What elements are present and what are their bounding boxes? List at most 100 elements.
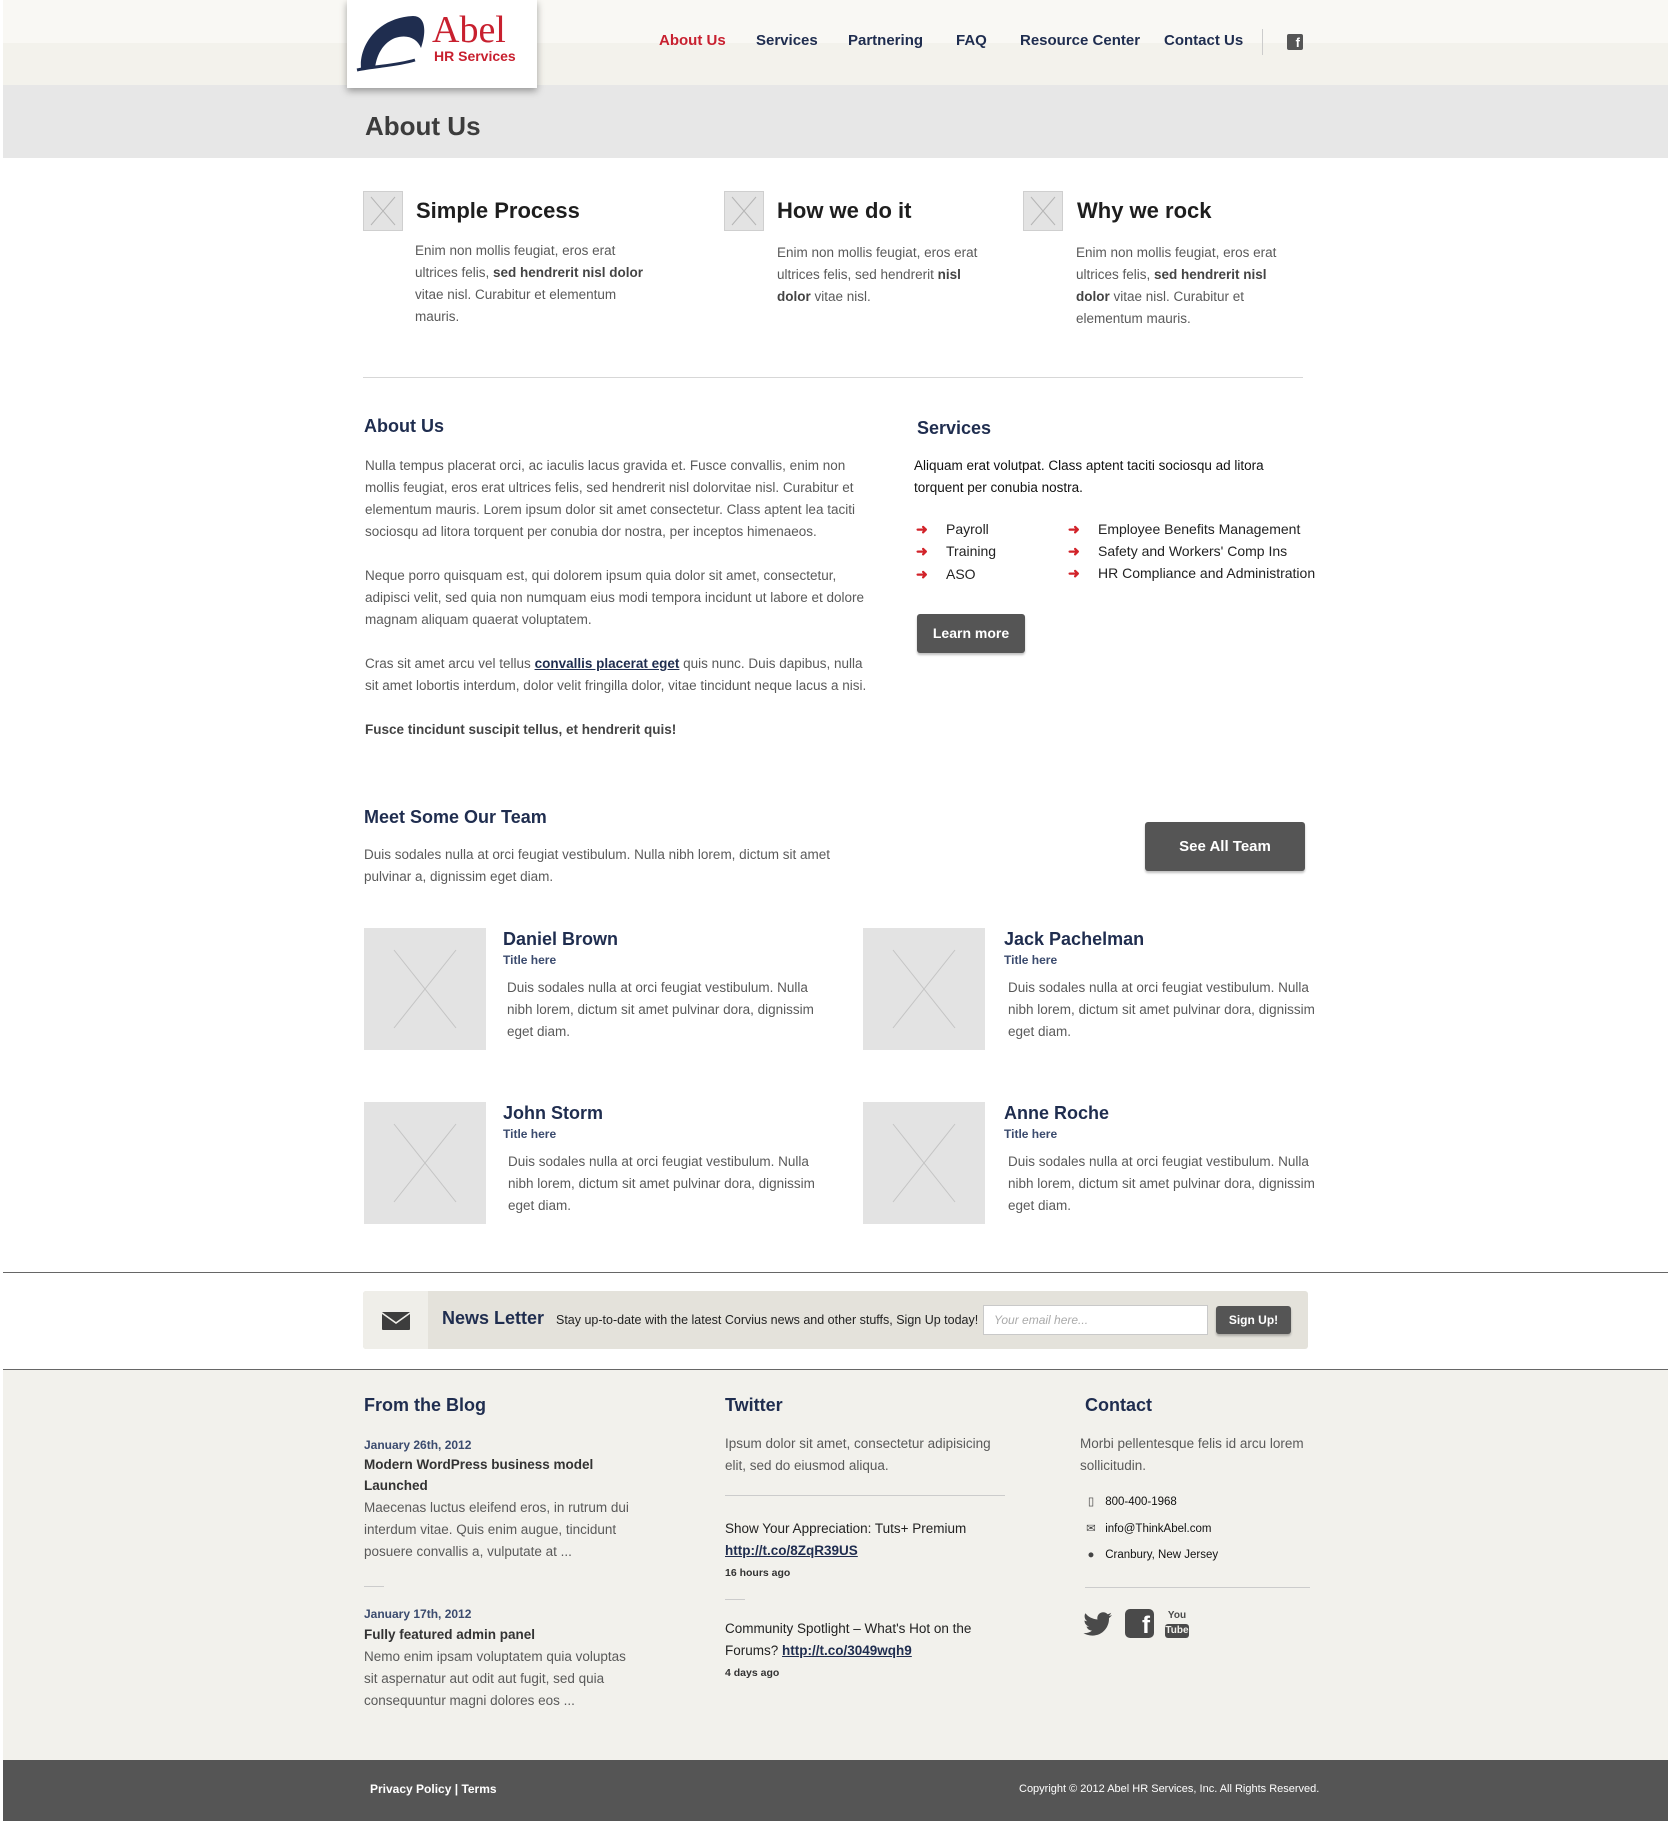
youtube-label: You <box>1167 1610 1187 1621</box>
page-title: About Us <box>365 111 481 141</box>
feature-title: Why we rock <box>1077 198 1212 223</box>
arrow-right-icon: ➜ <box>916 543 928 559</box>
legal-separator: | <box>454 1782 459 1796</box>
tweet-link[interactable]: http://t.co/8ZqR39US <box>725 1543 858 1558</box>
envelope-icon: ✉ <box>1086 1523 1096 1535</box>
team-photo-placeholder <box>364 1102 486 1224</box>
arrow-right-icon: ➜ <box>1068 543 1080 559</box>
facebook-icon[interactable]: f <box>1125 1609 1154 1639</box>
tweet-time: 4 days ago <box>725 1667 780 1679</box>
header-band <box>3 43 1668 85</box>
facebook-icon[interactable]: f <box>1287 34 1303 50</box>
arrow-right-icon: ➜ <box>916 566 928 582</box>
twitter-divider <box>725 1495 1005 1496</box>
twitter-heading: Twitter <box>725 1395 783 1415</box>
blog-post-title[interactable]: Fully featured admin panel <box>364 1624 624 1645</box>
legal-links: Privacy Policy | Terms <box>370 1782 497 1796</box>
newsletter-icon-cell <box>363 1291 428 1349</box>
blog-divider <box>364 1586 384 1587</box>
nav-faq[interactable]: FAQ <box>956 32 987 49</box>
newsletter-text: Stay up-to-date with the latest Corvius … <box>556 1313 979 1327</box>
footer <box>3 1369 1668 1760</box>
newsletter-title: News Letter <box>442 1308 545 1328</box>
nav-services[interactable]: Services <box>756 32 818 49</box>
services-intro: Aliquam erat volutpat. Class aptent taci… <box>914 458 1264 495</box>
feature-image-placeholder <box>363 191 403 231</box>
nav-about-us[interactable]: About Us <box>659 32 726 49</box>
tweet-divider <box>725 1599 745 1600</box>
sign-up-button[interactable]: Sign Up! <box>1216 1306 1291 1334</box>
team-member-title: Title here <box>1004 953 1058 967</box>
youtube-label: Tube <box>1165 1624 1189 1638</box>
privacy-policy-link[interactable]: Privacy Policy <box>370 1782 451 1796</box>
phone-icon: ▯ <box>1087 1496 1095 1508</box>
about-paragraph: Neque porro quisquam est, qui dolorem ip… <box>365 568 865 627</box>
feature-image-placeholder <box>724 191 764 231</box>
nav-divider <box>1262 29 1263 55</box>
nav-contact-us[interactable]: Contact Us <box>1164 32 1243 49</box>
logo[interactable]: Abel HR Services <box>347 0 537 88</box>
team-photo-placeholder <box>364 928 486 1050</box>
tweet-text: Show Your Appreciation: Tuts+ Premium <box>725 1521 967 1536</box>
logo-word: Abel <box>432 9 506 51</box>
contact-intro: Morbi pellentesque felis id arcu lorem s… <box>1080 1436 1304 1473</box>
service-item: ➜ Payroll <box>916 521 989 537</box>
service-item: ➜ Safety and Workers' Comp Ins <box>1068 543 1288 559</box>
team-photo-placeholder <box>863 1102 985 1224</box>
about-heading: About Us <box>364 416 444 436</box>
inline-link[interactable]: convallis placerat eget <box>535 656 680 671</box>
contact-divider <box>1085 1587 1310 1588</box>
page-title-band <box>3 85 1668 158</box>
team-member-name: John Storm <box>503 1103 604 1123</box>
nav-partnering[interactable]: Partnering <box>848 32 923 49</box>
logo-sail-icon <box>356 16 425 72</box>
header-top-strip <box>3 0 1668 43</box>
nav-resource-center[interactable]: Resource Center <box>1020 32 1140 49</box>
team-member-title: Title here <box>503 953 557 967</box>
about-callout: Fusce tincidunt suscipit tellus, et hend… <box>365 722 677 737</box>
feature-text: Enim non mollis feugiat, eros erat ultri… <box>415 243 644 324</box>
about-text: Cras sit amet arcu vel tellus <box>365 656 535 671</box>
map-pin-icon: ● <box>1087 1549 1095 1561</box>
service-item: ➜ HR Compliance and Administration <box>1068 565 1316 581</box>
feature-image-placeholder <box>1023 191 1063 231</box>
blog-post-date: January 26th, 2012 <box>364 1438 472 1452</box>
team-member-title: Title here <box>1004 1127 1058 1141</box>
contact-phone: ▯ 800-400-1968 <box>1080 1494 1177 1510</box>
tweet: Community Spotlight – What's Hot on the … <box>725 1618 985 1662</box>
contact-email[interactable]: ✉ info@ThinkAbel.com <box>1080 1521 1211 1537</box>
team-heading: Meet Some Our Team <box>364 807 547 827</box>
twitter-icon[interactable] <box>1083 1612 1113 1638</box>
see-all-team-button[interactable]: See All Team <box>1145 822 1305 871</box>
blog-post-excerpt: Nemo enim ipsam voluptatem quia voluptas… <box>364 1649 626 1708</box>
service-item: ➜ Employee Benefits Management <box>1068 521 1301 537</box>
blog-post-title[interactable]: Modern WordPress business model Launched <box>364 1454 624 1496</box>
newsletter-email-input[interactable] <box>983 1305 1208 1335</box>
feature-text: Enim non mollis feugiat, eros erat ultri… <box>1076 245 1277 326</box>
envelope-icon <box>381 1312 411 1330</box>
youtube-icon[interactable]: You Tube <box>1165 1610 1189 1640</box>
tweet-time: 16 hours ago <box>725 1567 791 1579</box>
contact-heading: Contact <box>1085 1395 1152 1415</box>
team-member-bio: Duis sodales nulla at orci feugiat vesti… <box>507 980 814 1039</box>
copyright: Copyright © 2012 Abel HR Services, Inc. … <box>1019 1783 1320 1795</box>
tweet-link[interactable]: http://t.co/3049wqh9 <box>782 1643 912 1658</box>
about-paragraph: Nulla tempus placerat orci, ac iaculis l… <box>365 458 855 539</box>
blog-post-excerpt: Maecenas luctus eleifend eros, in rutrum… <box>364 1500 629 1559</box>
services-heading: Services <box>917 418 992 438</box>
bottom-bar: Privacy Policy | Terms Copyright © 2012 … <box>3 1760 1668 1821</box>
team-photo-placeholder <box>863 928 985 1050</box>
team-member-bio: Duis sodales nulla at orci feugiat vesti… <box>508 1154 815 1213</box>
feature-title: How we do it <box>777 198 912 223</box>
blog-post-date: January 17th, 2012 <box>364 1607 472 1621</box>
service-item: ➜ ASO <box>916 566 976 582</box>
team-member-name: Anne Roche <box>1004 1103 1110 1123</box>
terms-link[interactable]: Terms <box>461 1782 496 1796</box>
service-item: ➜ Training <box>916 543 997 559</box>
logo-subtitle: HR Services <box>434 48 516 64</box>
blog-heading: From the Blog <box>364 1395 486 1415</box>
arrow-right-icon: ➜ <box>1068 565 1080 581</box>
learn-more-button[interactable]: Learn more <box>917 614 1025 653</box>
team-member-title: Title here <box>503 1127 557 1141</box>
feature-title: Simple Process <box>416 198 580 223</box>
